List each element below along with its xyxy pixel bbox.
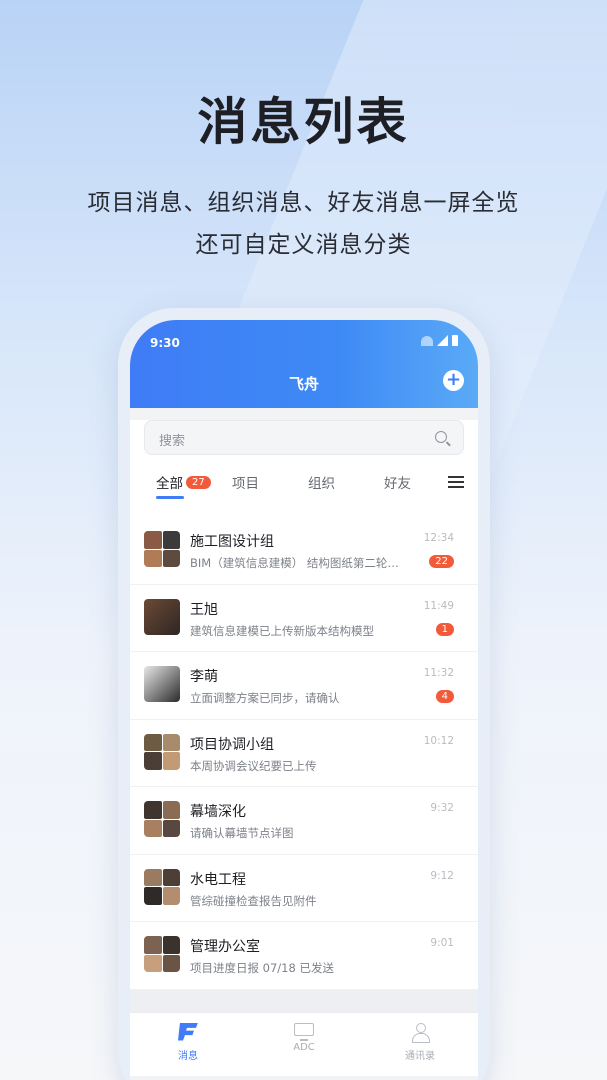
conversation-name: 水电工程 <box>190 871 246 888</box>
signal-icon <box>437 335 448 346</box>
group-avatar <box>144 936 180 972</box>
message-tabs: 全部 27 项目 组织 好友 <box>130 455 478 509</box>
active-tab-indicator <box>156 496 184 499</box>
monitor-icon <box>294 1022 314 1041</box>
nav-messages[interactable]: 消息 <box>130 1013 246 1076</box>
message-preview: 立面调整方案已同步，请确认 <box>190 691 340 705</box>
nav-messages-label: 消息 <box>178 1050 198 1062</box>
nav-adc[interactable]: ADC <box>246 1013 362 1076</box>
group-avatar <box>144 531 180 567</box>
unread-badge: 22 <box>429 555 454 568</box>
list-item[interactable]: 施工图设计组 BIM（建筑信息建模） 结构图纸第二轮… 12:34 22 <box>130 517 478 585</box>
group-avatar <box>144 733 180 770</box>
conversation-name: 项目协调小组 <box>190 736 274 753</box>
status-time: 9:30 <box>150 336 180 350</box>
list-item[interactable]: 李萌 立面调整方案已同步，请确认 11:32 4 <box>130 652 478 720</box>
wifi-icon <box>421 336 433 346</box>
tab-project[interactable]: 项目 <box>232 472 308 492</box>
tab-all[interactable]: 全部 27 <box>156 472 216 492</box>
message-time: 11:32 <box>423 667 454 679</box>
unread-badge: 1 <box>435 622 454 636</box>
conversation-name: 王旭 <box>190 601 218 618</box>
message-time: 9:01 <box>430 937 454 949</box>
message-preview: 请确认幕墙节点详图 <box>190 826 294 840</box>
group-avatar <box>144 801 180 837</box>
tab-org[interactable]: 组织 <box>308 472 384 492</box>
nav-contacts-label: 通讯录 <box>405 1050 435 1062</box>
message-time: 9:32 <box>430 802 454 814</box>
add-button[interactable]: + <box>443 370 464 391</box>
feizhou-logo-icon <box>178 1022 198 1041</box>
nav-contacts[interactable]: 通讯录 <box>362 1013 478 1076</box>
hero-subtitle-line2: 还可自定义消息分类 <box>195 232 412 258</box>
group-avatar <box>144 868 180 905</box>
unread-badge: 4 <box>435 690 454 703</box>
conversation-name: 李萌 <box>190 669 218 685</box>
phone-screen: 9:30 飞舟 + 搜索 全部 27 项目 组织 好友 施工图设计组 BIM（建… <box>130 320 478 1080</box>
tab-all-badge: 27 <box>186 475 211 489</box>
tab-all-label: 全部 <box>156 476 183 492</box>
hero-title: 消息列表 <box>197 93 410 151</box>
user-avatar <box>144 598 180 635</box>
app-header: 9:30 飞舟 + <box>130 320 478 408</box>
message-preview: 建筑信息建模已上传新版本结构模型 <box>190 623 374 638</box>
message-preview: 项目进度日报 07/18 已发送 <box>190 961 334 975</box>
list-item[interactable]: 幕墙深化 请确认幕墙节点详图 9:32 <box>130 787 478 855</box>
message-time: 10:12 <box>423 734 454 747</box>
main-content: 搜索 全部 27 项目 组织 好友 施工图设计组 BIM（建筑信息建模） 结构图… <box>130 420 478 990</box>
list-item[interactable]: 管理办公室 项目进度日报 07/18 已发送 9:01 <box>130 922 478 990</box>
list-end-spacer <box>130 989 478 1012</box>
battery-icon <box>452 335 458 346</box>
list-item[interactable]: 水电工程 管综碰撞检查报告见附件 9:12 <box>130 855 478 922</box>
status-icons <box>421 335 458 346</box>
message-time: 9:12 <box>430 869 454 882</box>
list-item[interactable]: 项目协调小组 本周协调会议纪要已上传 10:12 <box>130 720 478 787</box>
search-icon[interactable] <box>435 431 447 443</box>
user-avatar <box>144 666 180 702</box>
nav-adc-label: ADC <box>293 1041 315 1053</box>
conversation-name: 幕墙深化 <box>190 804 246 820</box>
bottom-nav: 消息 ADC 通讯录 <box>130 1011 478 1076</box>
conversation-name: 施工图设计组 <box>190 534 274 550</box>
message-list: 施工图设计组 BIM（建筑信息建模） 结构图纸第二轮… 12:34 22 王旭 … <box>130 517 478 990</box>
message-preview: 本周协调会议纪要已上传 <box>190 758 317 773</box>
list-item[interactable]: 王旭 建筑信息建模已上传新版本结构模型 11:49 1 <box>130 585 478 652</box>
search-placeholder: 搜索 <box>159 434 186 449</box>
message-time: 12:34 <box>423 532 454 544</box>
hero-subtitle-line1: 项目消息、组织消息、好友消息一屏全览 <box>87 190 520 216</box>
contacts-icon <box>412 1022 430 1043</box>
message-time: 11:49 <box>423 599 454 612</box>
app-title: 飞舟 <box>288 375 319 393</box>
search-input[interactable]: 搜索 <box>144 420 464 455</box>
conversation-name: 管理办公室 <box>190 939 260 955</box>
phone-mockup: 9:30 飞舟 + 搜索 全部 27 项目 组织 好友 施工图设计组 BIM（建… <box>118 308 490 1080</box>
message-preview: 管综碰撞检查报告见附件 <box>190 893 317 908</box>
tab-friend[interactable]: 好友 <box>384 472 444 492</box>
message-preview: BIM（建筑信息建模） 结构图纸第二轮… <box>190 556 399 570</box>
menu-icon[interactable] <box>448 476 464 488</box>
